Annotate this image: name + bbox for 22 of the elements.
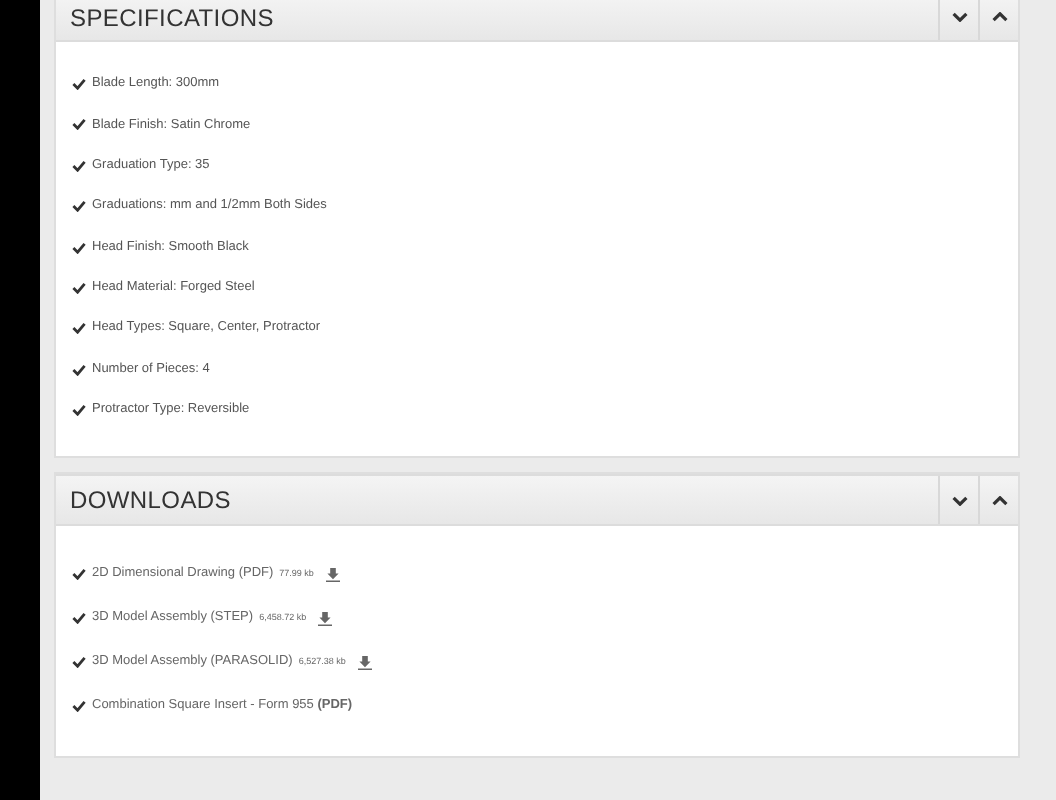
chevron-down-icon <box>951 12 967 22</box>
check-icon <box>72 612 86 625</box>
check-icon <box>72 200 86 213</box>
check-icon <box>72 241 86 254</box>
check-icon <box>72 568 86 581</box>
check-icon <box>72 700 86 713</box>
panel-title: DOWNLOADS <box>68 484 231 519</box>
check-icon <box>72 281 86 294</box>
download-icon[interactable] <box>318 611 333 626</box>
check-icon <box>72 118 86 131</box>
chevron-down-icon <box>951 495 967 506</box>
check-icon <box>72 322 86 335</box>
check-icon <box>72 78 86 90</box>
download-icon[interactable] <box>325 567 340 582</box>
panel-title: SPECIFICATIONS <box>68 1 274 35</box>
check-icon <box>72 363 86 376</box>
chevron-up-icon <box>991 495 1007 506</box>
check-icon <box>72 656 86 669</box>
download-icon[interactable] <box>357 655 372 670</box>
chevron-up-icon <box>991 12 1007 22</box>
check-icon <box>72 404 86 417</box>
check-icon <box>72 159 86 172</box>
